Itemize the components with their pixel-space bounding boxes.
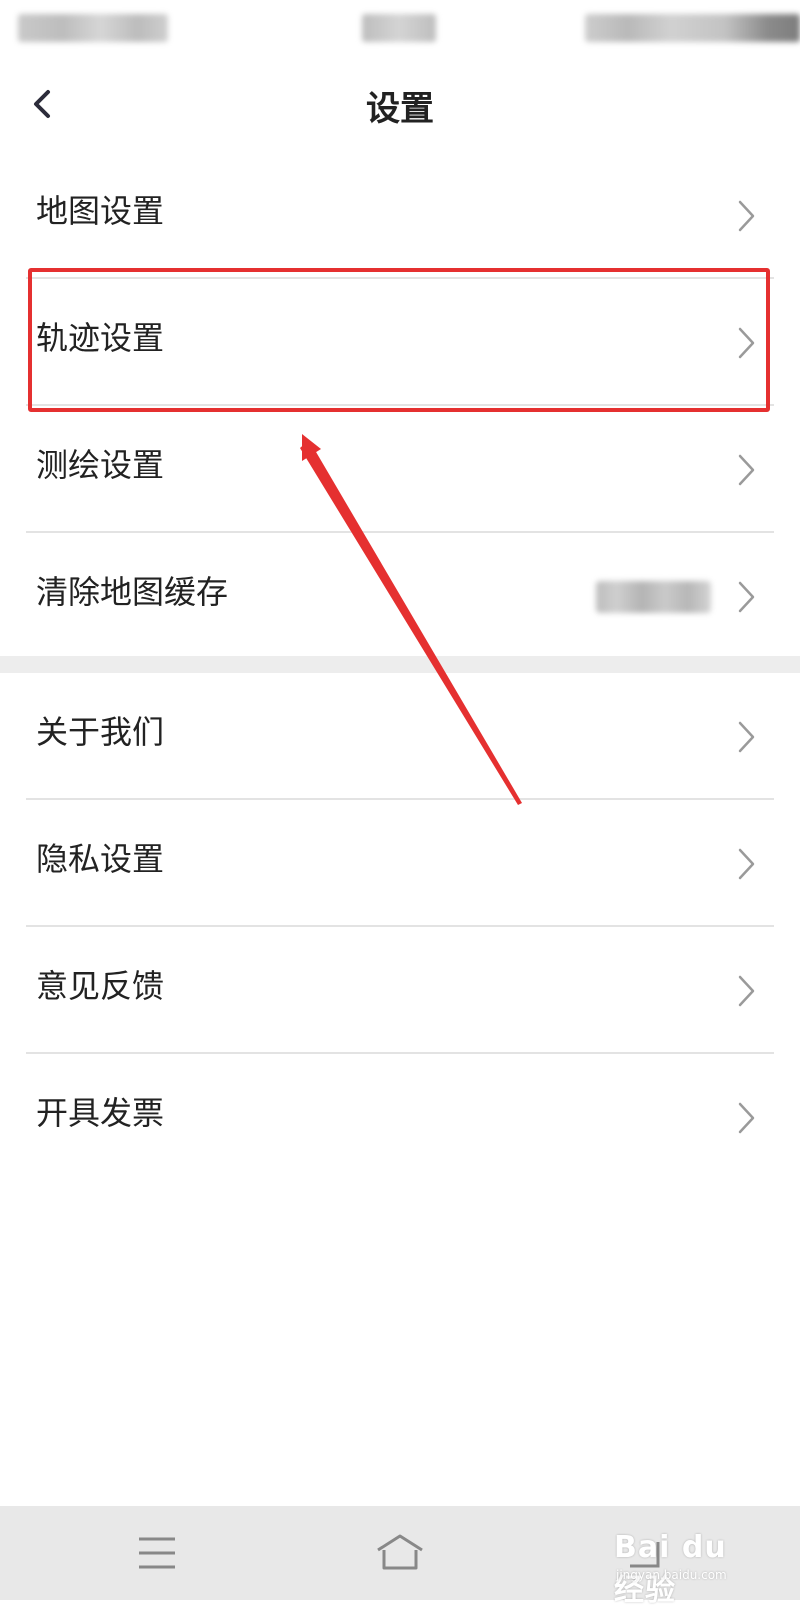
cache-size-obscured [596,581,711,613]
home-icon [377,1534,423,1570]
settings-item-label: 测绘设置 [36,446,165,484]
settings-item-label: 清除地图缓存 [36,573,229,611]
chevron-right-icon [738,975,755,1007]
settings-item-map[interactable]: 地图设置 [0,152,800,279]
page-title: 设置 [366,89,434,129]
chevron-right-icon [738,721,755,753]
back-icon [630,1542,660,1568]
settings-item-track[interactable]: 轨迹设置 [0,279,800,406]
system-home-button[interactable] [370,1526,430,1580]
section-separator [0,656,800,673]
system-back-button[interactable] [614,1526,674,1580]
status-bar [0,0,800,56]
system-menu-button[interactable] [127,1526,187,1580]
chevron-right-icon [738,327,755,359]
settings-item-label: 意见反馈 [36,967,165,1005]
chevron-right-icon [738,200,755,232]
settings-item-privacy[interactable]: 隐私设置 [0,800,800,927]
chevron-right-icon [738,1102,755,1134]
settings-item-surveying[interactable]: 测绘设置 [0,406,800,533]
chevron-right-icon [738,454,755,486]
settings-item-label: 轨迹设置 [36,319,165,357]
chevron-right-icon [738,581,755,613]
settings-item-clear-cache[interactable]: 清除地图缓存 [0,533,800,660]
status-bar-battery-obscured [585,14,800,42]
settings-item-feedback[interactable]: 意见反馈 [0,927,800,1054]
status-bar-signal-obscured [18,14,168,42]
settings-item-label: 地图设置 [36,192,165,230]
settings-item-label: 开具发票 [36,1094,165,1132]
chevron-right-icon [738,848,755,880]
settings-group-secondary: 关于我们 隐私设置 意见反馈 开具发票 [0,673,800,1181]
nav-bar: 设置 [0,56,800,152]
status-bar-time-obscured [362,14,436,42]
menu-icon [139,1537,175,1569]
system-navigation-bar [0,1506,800,1600]
settings-item-label: 关于我们 [36,713,165,751]
settings-item-label: 隐私设置 [36,840,165,878]
settings-group-primary: 地图设置 轨迹设置 测绘设置 清除地图缓存 [0,152,800,660]
settings-item-invoice[interactable]: 开具发票 [0,1054,800,1181]
settings-item-about[interactable]: 关于我们 [0,673,800,800]
